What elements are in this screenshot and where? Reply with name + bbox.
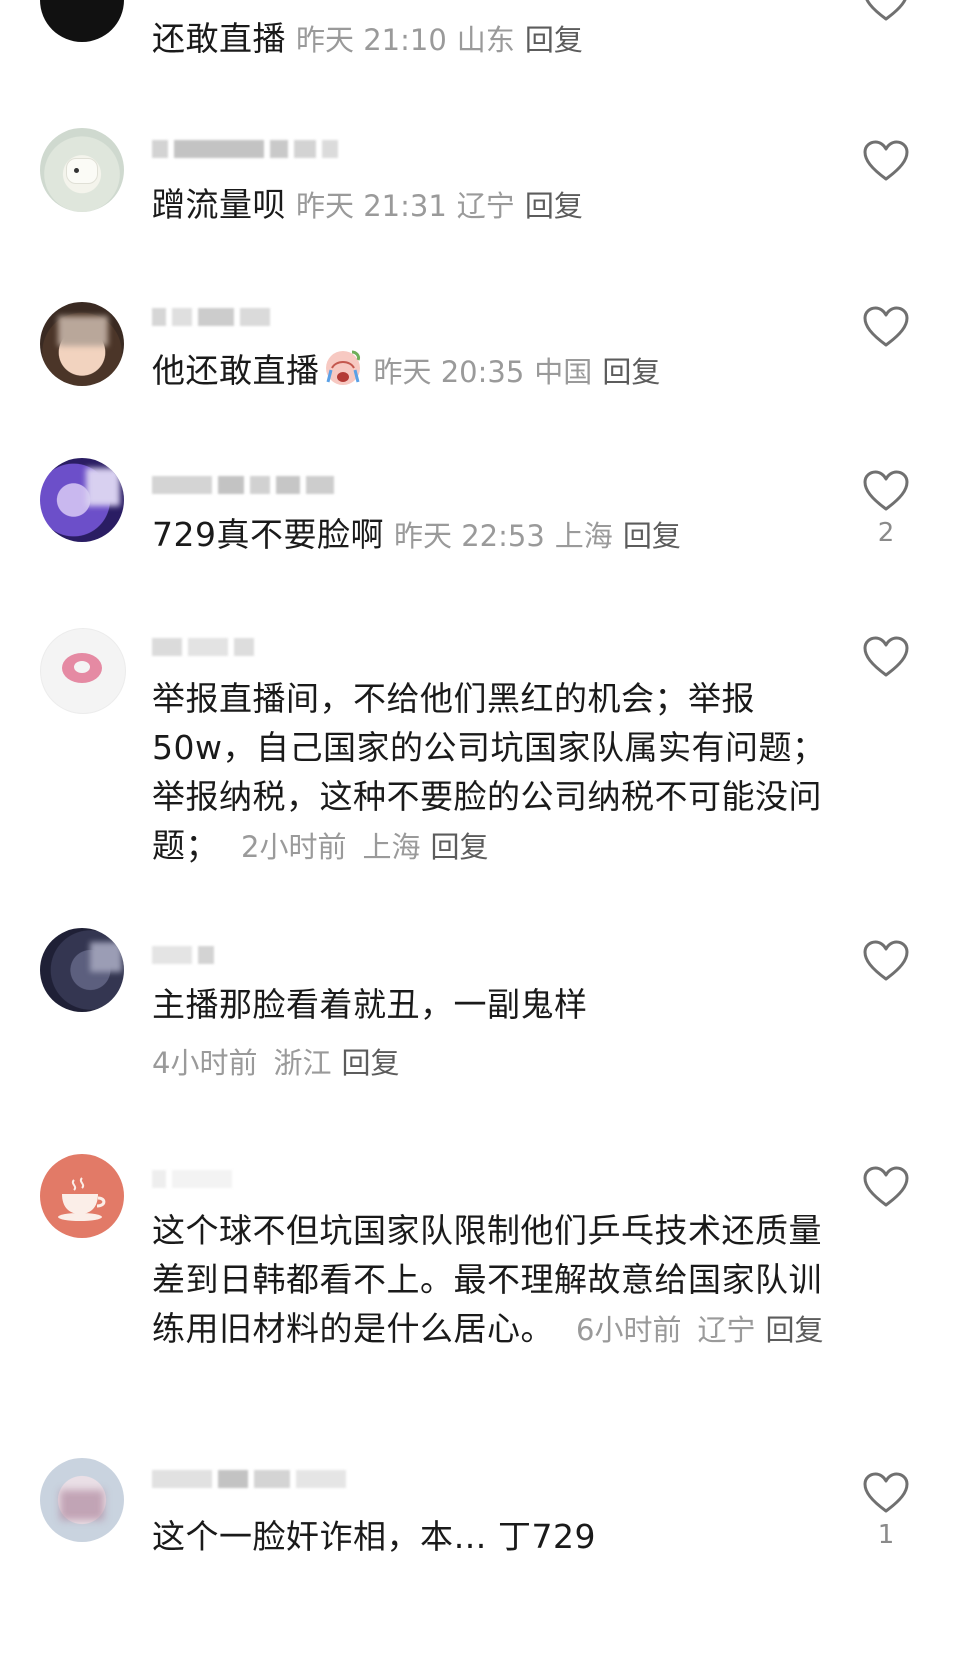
- heart-outline-icon: [863, 470, 909, 511]
- comment-text: 还敢直播 昨天 21:10 山东 回复: [152, 19, 583, 58]
- username-redacted[interactable]: [152, 632, 362, 662]
- comment-text: 这个球不但坑国家队限制他们乒乓技术还质量差到日韩都看不上。最不理解故意给国家队训…: [152, 1211, 824, 1348]
- comment-location: 辽宁: [456, 189, 515, 223]
- avatar[interactable]: [40, 1154, 124, 1238]
- comment-time: 昨天 21:31: [296, 189, 447, 223]
- comment-text: 他还敢直播 昨天 20:35 中国 回复: [152, 346, 832, 397]
- comment-location: 辽宁: [697, 1313, 756, 1347]
- comment-text: 举报直播间，不给他们黑红的机会；举报50w，自己国家的公司坑国家队属实有问题；举…: [152, 679, 826, 865]
- comment-location: 中国: [534, 355, 593, 389]
- comment-time: 2小时前: [241, 830, 347, 864]
- reply-button[interactable]: 回复: [623, 519, 681, 553]
- reply-button[interactable]: 回复: [525, 23, 583, 57]
- heart-outline-icon: [863, 140, 909, 181]
- avatar[interactable]: [40, 0, 124, 42]
- teacup-icon: [58, 1177, 106, 1221]
- comment-text: 这个一脸奸诈相，本… 丁729: [152, 1517, 596, 1556]
- comment-location: 上海: [554, 519, 613, 553]
- reply-button[interactable]: 回复: [765, 1313, 823, 1347]
- crying-face-emoji-icon: [325, 350, 360, 385]
- username-redacted[interactable]: [152, 470, 362, 500]
- comment-time: 昨天 20:35: [373, 355, 525, 389]
- avatar[interactable]: [40, 128, 124, 212]
- heart-outline-icon: [863, 940, 909, 981]
- like-button[interactable]: 1: [862, 1472, 910, 1550]
- reply-button[interactable]: 回复: [341, 1046, 399, 1080]
- comment-location: 上海: [362, 830, 421, 864]
- comment-location: 浙江: [273, 1046, 332, 1080]
- reply-button[interactable]: 回复: [525, 189, 583, 223]
- comment-text: 729真不要脸啊 昨天 22:53 上海 回复: [152, 515, 681, 554]
- comment-text: 主播那脸看着就丑，一副鬼样: [152, 985, 588, 1024]
- username-redacted[interactable]: [152, 1164, 362, 1194]
- username-redacted[interactable]: [152, 134, 362, 164]
- heart-outline-icon: [863, 636, 909, 677]
- comment-time: 昨天 22:53: [394, 519, 545, 553]
- like-count: 1: [877, 1520, 895, 1550]
- like-button[interactable]: [862, 0, 910, 22]
- heart-outline-icon: [863, 306, 909, 347]
- like-button[interactable]: [862, 636, 910, 678]
- comment-time: 6小时前: [576, 1313, 682, 1347]
- heart-outline-icon: [863, 1472, 909, 1513]
- comment-time: 4小时前: [152, 1046, 258, 1080]
- avatar[interactable]: [40, 928, 124, 1012]
- like-button[interactable]: 2: [862, 470, 910, 548]
- avatar[interactable]: [40, 1458, 124, 1542]
- like-button[interactable]: [862, 1166, 910, 1208]
- heart-outline-icon: [863, 1166, 909, 1207]
- username-redacted[interactable]: [152, 1464, 362, 1494]
- username-redacted[interactable]: [152, 302, 362, 332]
- comment-time: 昨天 21:10: [296, 23, 447, 57]
- bottom-mask: [0, 1648, 960, 1675]
- heart-outline-icon: [865, 0, 907, 21]
- avatar[interactable]: [40, 628, 126, 714]
- like-button[interactable]: [862, 306, 910, 348]
- reply-button[interactable]: 回复: [602, 355, 660, 389]
- comment-location: 山东: [456, 23, 515, 57]
- comment-meta: 4小时前 浙江 回复: [152, 1040, 399, 1082]
- reply-button[interactable]: 回复: [430, 830, 488, 864]
- like-button[interactable]: [862, 940, 910, 982]
- like-count: 2: [877, 518, 895, 548]
- avatar[interactable]: [40, 458, 124, 542]
- avatar[interactable]: [40, 302, 124, 386]
- like-button[interactable]: [862, 140, 910, 182]
- comment-text: 蹭流量呗 昨天 21:31 辽宁 回复: [152, 185, 583, 224]
- username-redacted[interactable]: [152, 940, 362, 970]
